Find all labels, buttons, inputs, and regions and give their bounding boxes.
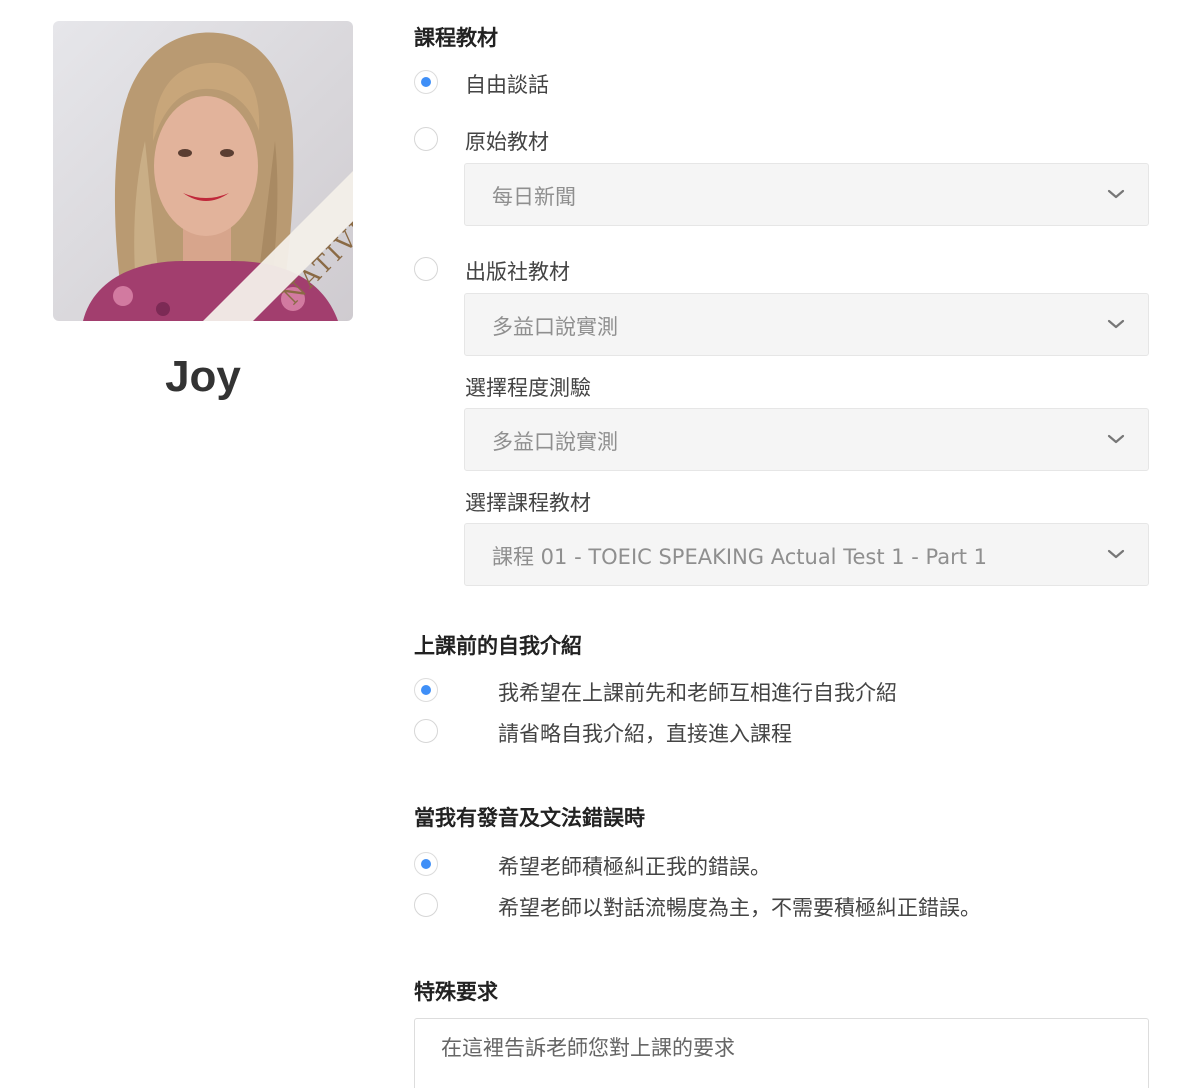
radio-publisher-material[interactable] <box>414 257 438 281</box>
radio-intro-yes-label[interactable]: 我希望在上課前先和老師互相進行自我介紹 <box>498 677 897 707</box>
chevron-down-icon <box>1107 189 1125 199</box>
chevron-down-icon <box>1107 434 1125 444</box>
course-material-select-value: 課程 01 - TOEIC SPEAKING Actual Test 1 - P… <box>492 545 988 569</box>
radio-original-material[interactable] <box>414 127 438 151</box>
teacher-photo: NATIVE <box>53 21 353 321</box>
original-material-select-value: 每日新聞 <box>492 185 576 209</box>
radio-free-talk-label[interactable]: 自由談話 <box>465 69 549 99</box>
teacher-name: Joy <box>165 352 241 401</box>
radio-intro-skip[interactable] <box>414 719 438 743</box>
radio-intro-yes[interactable] <box>414 678 438 702</box>
course-material-select[interactable]: 課程 01 - TOEIC SPEAKING Actual Test 1 - P… <box>464 523 1149 586</box>
special-request-textarea[interactable]: 在這裡告訴老師您對上課的要求 <box>414 1018 1149 1088</box>
chevron-down-icon <box>1107 549 1125 559</box>
level-test-select[interactable]: 多益口說實測 <box>464 408 1149 471</box>
chevron-down-icon <box>1107 319 1125 329</box>
radio-intro-skip-label[interactable]: 請省略自我介紹，直接進入課程 <box>498 718 792 748</box>
publisher-material-select-value: 多益口說實測 <box>492 315 618 339</box>
material-section-title: 課程教材 <box>414 26 498 50</box>
radio-publisher-material-label[interactable]: 出版社教材 <box>465 256 570 286</box>
radio-fluency-first-label[interactable]: 希望老師以對話流暢度為主，不需要積極糾正錯誤。 <box>498 892 981 922</box>
radio-correct-actively[interactable] <box>414 852 438 876</box>
intro-section-title: 上課前的自我介紹 <box>414 634 582 658</box>
course-material-label: 選擇課程教材 <box>465 491 591 515</box>
correction-section-title: 當我有發音及文法錯誤時 <box>414 806 645 830</box>
original-material-select[interactable]: 每日新聞 <box>464 163 1149 226</box>
level-test-label: 選擇程度測驗 <box>465 376 591 400</box>
publisher-material-select[interactable]: 多益口說實測 <box>464 293 1149 356</box>
special-request-placeholder: 在這裡告訴老師您對上課的要求 <box>441 1036 735 1060</box>
radio-original-material-label[interactable]: 原始教材 <box>465 126 549 156</box>
level-test-select-value: 多益口說實測 <box>492 430 618 454</box>
special-request-title: 特殊要求 <box>414 980 498 1004</box>
radio-fluency-first[interactable] <box>414 893 438 917</box>
radio-correct-actively-label[interactable]: 希望老師積極糾正我的錯誤。 <box>498 851 771 881</box>
radio-free-talk[interactable] <box>414 70 438 94</box>
